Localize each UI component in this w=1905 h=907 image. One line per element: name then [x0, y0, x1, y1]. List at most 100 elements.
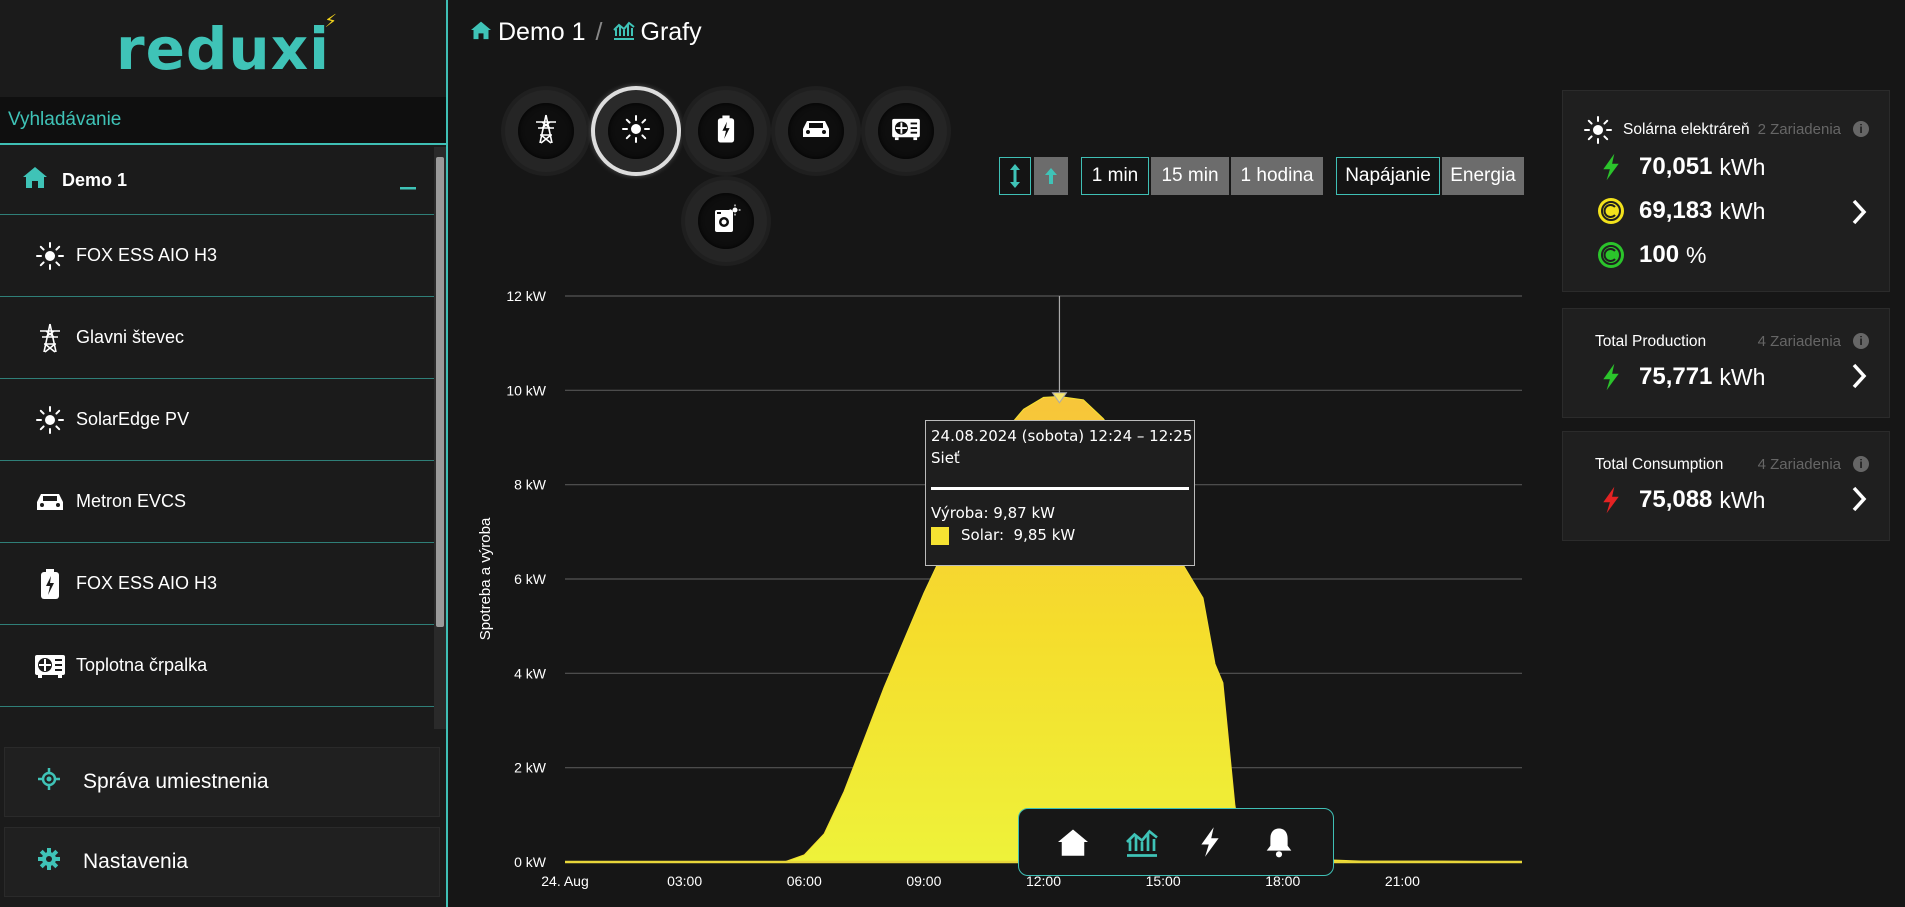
- y-tick-label: 12 kW: [506, 288, 546, 304]
- tooltip-production: Výroba: 9,87 kW: [931, 504, 1055, 522]
- resolution-1min-label: 1 min: [1091, 165, 1139, 186]
- device-heat-pump-button[interactable]: [865, 90, 947, 172]
- car-icon: [800, 118, 832, 145]
- tooltip-time: 24.08.2024 (sobota) 12:24 – 12:25: [931, 427, 1193, 445]
- heat-pump-icon: [34, 650, 66, 682]
- chart-tooltip: 24.08.2024 (sobota) 12:24 – 12:25 Sieť V…: [925, 420, 1195, 566]
- location-icon: [37, 768, 61, 796]
- mode-power-button[interactable]: Napájanie: [1336, 157, 1440, 195]
- sidebar-item-label: SolarEdge PV: [76, 409, 190, 429]
- card-value: 75,771: [1639, 363, 1713, 390]
- sidebar-scrollbar[interactable]: [434, 147, 446, 729]
- tooltip-solar-row: Solar: 9,85 kW: [931, 524, 1189, 546]
- breadcrumb-current: Grafy: [640, 18, 702, 46]
- nav-bell-icon[interactable]: [1259, 822, 1299, 862]
- settings-label: Nastavenia: [83, 850, 189, 873]
- card-solar-plant[interactable]: Solárna elektráreň 2 Zariadenia i 70,051…: [1562, 90, 1890, 292]
- zoom-vertical-button[interactable]: [999, 157, 1031, 195]
- device-battery-button[interactable]: [685, 90, 767, 172]
- mode-energy-button[interactable]: Energia: [1442, 157, 1524, 195]
- resolution-15min-button[interactable]: 15 min: [1151, 157, 1229, 195]
- device-grid-button[interactable]: [505, 90, 587, 172]
- search-label: Vyhladávanie: [8, 109, 122, 130]
- self-consumption-icon: [1595, 195, 1627, 227]
- nav-chart-icon[interactable]: [1122, 822, 1162, 862]
- sidebar-item-solaredge-pv[interactable]: SolarEdge PV: [0, 379, 434, 461]
- resolution-1min-button[interactable]: 1 min: [1081, 157, 1149, 195]
- bottom-nav: [1018, 808, 1334, 876]
- tree-root-demo[interactable]: Demo 1: [0, 147, 434, 215]
- logo-text: reduxi ⚡: [115, 10, 339, 83]
- collapse-icon[interactable]: [400, 169, 416, 197]
- info-icon[interactable]: i: [1853, 121, 1869, 137]
- card-unit: kWh: [1719, 363, 1766, 390]
- x-tick-label: 24. Aug: [541, 873, 589, 889]
- device-solar-button[interactable]: [595, 90, 677, 172]
- y-tick-label: 10 kW: [506, 382, 546, 398]
- card-value: 70,051: [1639, 153, 1713, 180]
- breadcrumb-home[interactable]: Demo 1: [498, 18, 586, 47]
- tooltip-divider: [931, 487, 1189, 490]
- sidebar-item-label: Toplotna črpalka: [76, 655, 208, 675]
- chevron-right-icon[interactable]: [1851, 363, 1867, 394]
- car-icon: [34, 486, 66, 518]
- power-chart[interactable]: 12 kW 10 kW 8 kW 6 kW 4 kW 2 kW 0 kW Spotreba a…: [450, 280, 1530, 900]
- battery-icon: [717, 114, 735, 149]
- sidebar-item-toplotna-crpalka[interactable]: Toplotna črpalka: [0, 625, 434, 707]
- sidebar-item-fox-ess-2[interactable]: FOX ESS AIO H3: [0, 543, 434, 625]
- x-tick-label: 03:00: [667, 873, 702, 889]
- home-icon[interactable]: [470, 19, 492, 47]
- bolt-green-icon: [1595, 361, 1627, 393]
- nav-home-icon[interactable]: [1053, 822, 1093, 862]
- info-icon[interactable]: i: [1853, 456, 1869, 472]
- search-bar[interactable]: Vyhladávanie: [0, 97, 446, 145]
- card-total-production[interactable]: Total Production 4 Zariadenia i 75,771 kW…: [1562, 308, 1890, 418]
- gear-icon: [37, 848, 61, 876]
- sidebar-item-label: FOX ESS AIO H3: [76, 245, 218, 265]
- autarky-icon: [1595, 239, 1627, 271]
- card-value: 75,088: [1639, 486, 1713, 513]
- scroll-up-button[interactable]: [1034, 157, 1068, 195]
- settings-button[interactable]: Nastavenia: [4, 827, 440, 897]
- washer-solar-icon: [711, 204, 741, 239]
- y-tick-label: 4 kW: [514, 665, 547, 681]
- nav-bolt-icon[interactable]: [1190, 822, 1230, 862]
- mode-power-label: Napájanie: [1345, 165, 1431, 186]
- sidebar-item-glavni-stevec[interactable]: Glavni števec: [0, 297, 434, 379]
- card-total-consumption[interactable]: Total Consumption 4 Zariadenia i 75,088 k…: [1562, 431, 1890, 541]
- sun-icon: [621, 114, 651, 149]
- card-value: 69,183: [1639, 197, 1713, 224]
- home-icon: [22, 165, 48, 196]
- device-tree: Demo 1 FOX ESS AIO H3 Glavni števec Sola…: [0, 147, 434, 729]
- sun-icon: [34, 404, 66, 436]
- chevron-right-icon[interactable]: [1851, 199, 1867, 230]
- info-icon[interactable]: i: [1853, 333, 1869, 349]
- resolution-1hour-button[interactable]: 1 hodina: [1231, 157, 1323, 195]
- card-row: 75,771 kWh: [1595, 361, 1765, 393]
- breadcrumb: Demo 1 / Grafy: [470, 18, 702, 47]
- location-management-button[interactable]: Správa umiestnenia: [4, 747, 440, 817]
- card-unit: kWh: [1719, 153, 1766, 180]
- sidebar-scroll-thumb[interactable]: [436, 157, 444, 627]
- device-washer-button[interactable]: [685, 180, 767, 262]
- sun-icon: [1583, 115, 1613, 150]
- sun-icon: [34, 240, 66, 272]
- card-title: Solárna elektráreň: [1623, 121, 1750, 138]
- chevron-right-icon[interactable]: [1851, 486, 1867, 517]
- location-management-label: Správa umiestnenia: [83, 770, 269, 793]
- sidebar-item-metron-evcs[interactable]: Metron EVCS: [0, 461, 434, 543]
- card-title: Total Production: [1595, 333, 1707, 350]
- sidebar-item-fox-ess-1[interactable]: FOX ESS AIO H3: [0, 215, 434, 297]
- chart-icon: [612, 19, 635, 47]
- device-ev-button[interactable]: [775, 90, 857, 172]
- sidebar-item-label: Metron EVCS: [76, 491, 187, 511]
- y-tick-label: 2 kW: [514, 760, 547, 776]
- battery-icon: [34, 568, 66, 600]
- y-tick-label: 8 kW: [514, 477, 547, 493]
- power-tower-icon: [531, 113, 561, 150]
- mode-energy-label: Energia: [1450, 165, 1516, 186]
- logo[interactable]: reduxi ⚡: [0, 0, 446, 97]
- tree-root-label: Demo 1: [62, 170, 128, 190]
- x-tick-label: 09:00: [906, 873, 941, 889]
- tooltip-solar-swatch: [931, 526, 949, 545]
